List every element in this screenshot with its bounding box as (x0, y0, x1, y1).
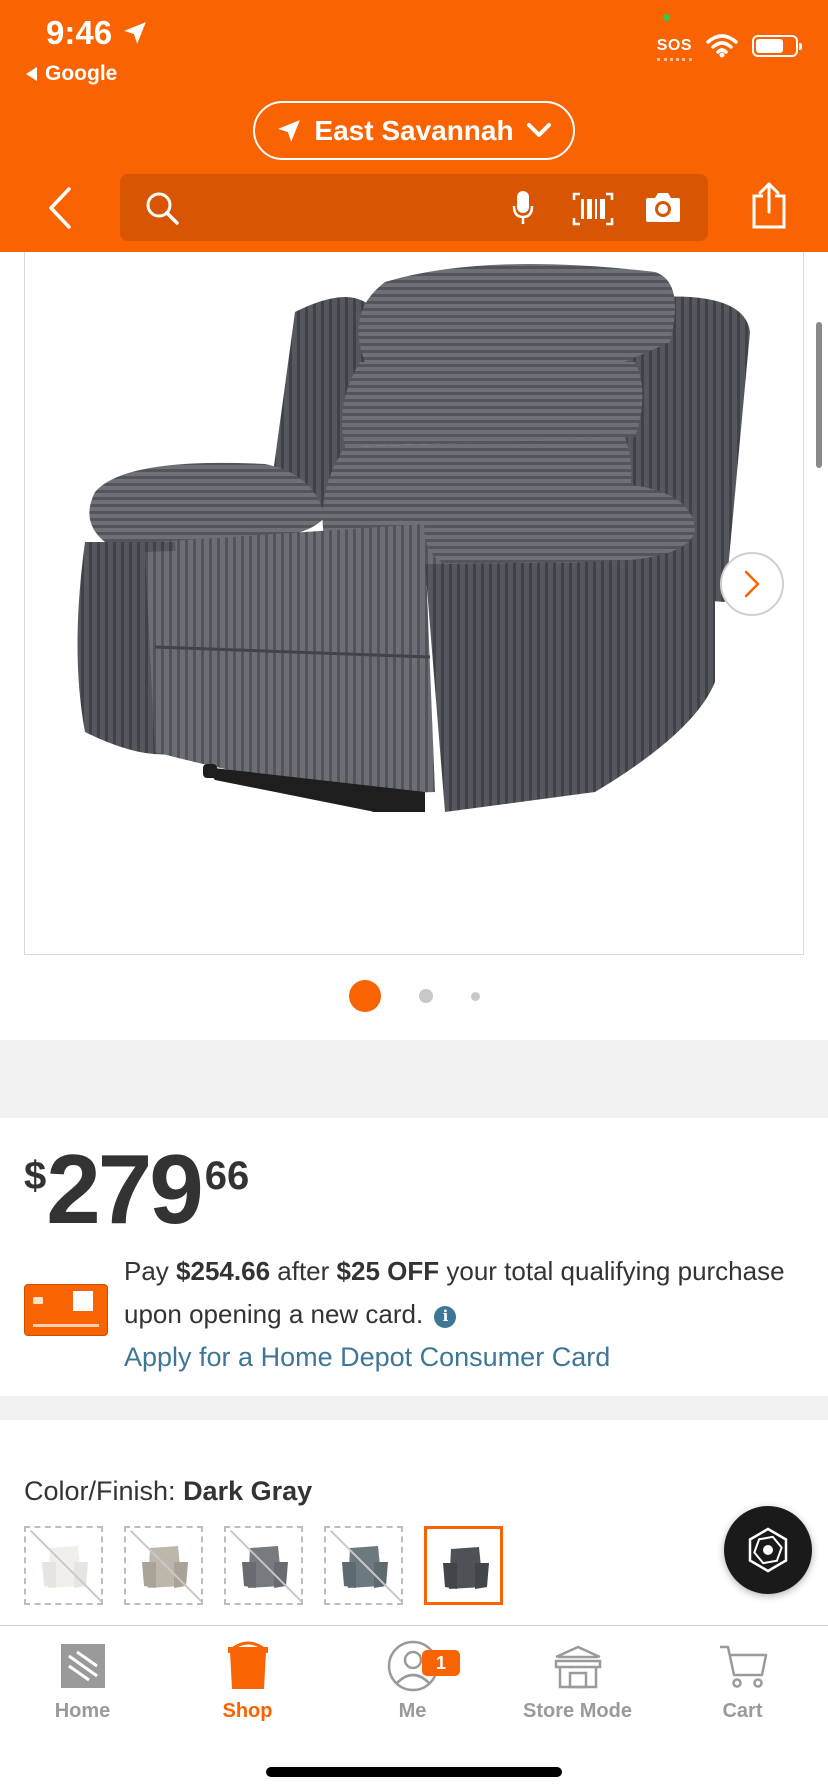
price-dollars: 279 (46, 1134, 204, 1244)
sos-indicator: SOS (656, 37, 693, 61)
swatch-dark-gray[interactable] (424, 1526, 503, 1605)
tab-store-mode-label: Store Mode (523, 1700, 632, 1722)
card-promo: Pay $254.66 after $25 OFF your total qua… (124, 1250, 814, 1379)
home-depot-logo-icon (60, 1644, 105, 1688)
promo-after: after (277, 1256, 330, 1286)
color-swatches (24, 1526, 503, 1605)
search-icon (146, 192, 179, 225)
price-cents: 66 (204, 1154, 250, 1198)
consumer-card-image (24, 1284, 108, 1336)
wifi-icon (706, 34, 738, 58)
page-scrollbar[interactable] (816, 322, 822, 468)
recliner-thumbnail (443, 1547, 489, 1589)
apply-card-link[interactable]: Apply for a Home Depot Consumer Card (124, 1336, 814, 1379)
tab-home-label: Home (54, 1700, 111, 1722)
bucket-icon (227, 1641, 268, 1689)
camera-icon[interactable] (644, 192, 682, 224)
swatch-gray[interactable] (224, 1526, 303, 1605)
battery-icon (752, 35, 802, 57)
tab-store-mode[interactable]: Store Mode (495, 1638, 660, 1723)
barcode-scanner-icon[interactable] (572, 192, 614, 226)
chevron-right-icon (744, 570, 760, 598)
microphone-icon[interactable] (512, 190, 534, 226)
product-price: $ 279 66 (24, 1140, 249, 1238)
product-image[interactable] (24, 252, 804, 955)
cart-icon (719, 1645, 767, 1688)
promo-discount: $25 OFF (336, 1256, 440, 1286)
chevron-left-icon (49, 187, 71, 229)
tab-shop[interactable]: Shop (165, 1638, 330, 1723)
store-name: East Savannah (314, 114, 514, 146)
tab-me-label: Me (398, 1700, 427, 1722)
notification-badge: 1 (422, 1650, 460, 1676)
back-button[interactable] (40, 180, 80, 236)
color-label-text: Color/Finish: (24, 1476, 176, 1506)
location-arrow-icon (124, 22, 146, 44)
swatch-white[interactable] (24, 1526, 103, 1605)
price-section: $ 279 66 Pay $254.66 after $25 OFF your … (0, 1118, 828, 1396)
tab-home[interactable]: Home (0, 1638, 165, 1723)
search-bar[interactable] (120, 174, 708, 241)
clock: 9:46 (46, 14, 113, 51)
status-indicators: SOS (656, 34, 802, 61)
color-finish-label: Color/Finish: Dark Gray (24, 1476, 312, 1507)
location-arrow-icon (278, 119, 301, 142)
home-depot-logo-icon (73, 1291, 93, 1311)
back-to-google[interactable]: Google (26, 62, 117, 86)
privacy-indicator (663, 14, 670, 21)
pagination-dot-1[interactable] (348, 980, 381, 1012)
tab-shop-label: Shop (222, 1700, 273, 1722)
chat-assistant-button[interactable] (724, 1506, 812, 1594)
pagination-dot-2[interactable] (418, 989, 433, 1003)
store-icon (554, 1645, 601, 1689)
back-triangle-icon (26, 67, 37, 81)
tab-me[interactable]: 1 Me (330, 1638, 495, 1723)
home-indicator (266, 1767, 562, 1777)
share-button[interactable] (750, 182, 788, 235)
recliner-chair-image (77, 264, 750, 812)
tab-cart-label: Cart (722, 1700, 763, 1722)
status-time: 9:46 (46, 14, 148, 52)
store-selector[interactable]: East Savannah (253, 101, 575, 160)
color-finish-section: Color/Finish: Dark Gray (0, 1420, 828, 1625)
promo-pay: Pay (124, 1256, 169, 1286)
tab-cart[interactable]: Cart (660, 1638, 825, 1723)
selected-color: Dark Gray (183, 1476, 313, 1506)
swatch-blue-gray[interactable] (324, 1526, 403, 1605)
app-header: 9:46 Google SOS East Savannah (0, 0, 828, 252)
swatch-beige[interactable] (124, 1526, 203, 1605)
pagination-dot-3[interactable] (470, 991, 480, 1001)
next-image-button[interactable] (720, 552, 784, 616)
info-icon[interactable]: i (434, 1305, 457, 1328)
back-app-label: Google (45, 62, 118, 85)
chevron-down-icon (526, 122, 551, 137)
share-icon (752, 182, 786, 229)
gallery-pagination (0, 980, 828, 1012)
product-image-gallery (0, 252, 828, 1040)
price-currency: $ (24, 1154, 47, 1198)
hexagon-chat-icon (748, 1527, 788, 1573)
promo-pay-amount: $254.66 (176, 1256, 271, 1286)
